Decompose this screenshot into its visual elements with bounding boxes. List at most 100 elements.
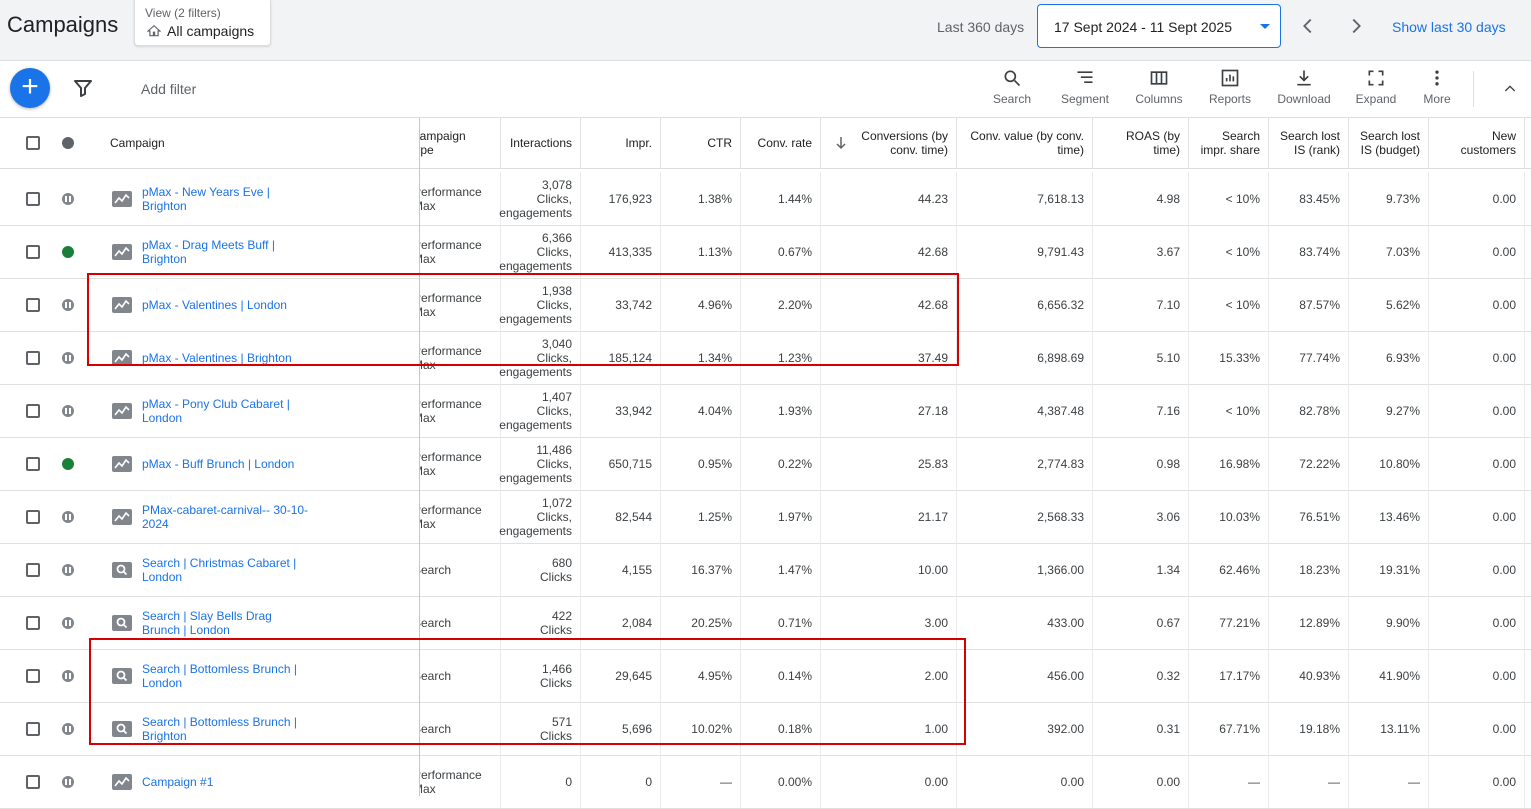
row-checkbox[interactable] [26, 192, 40, 206]
pmax-campaign-icon [112, 244, 132, 260]
cell-conv-rate: 1.97% [741, 490, 821, 543]
cell-conversions-value: 27.18 [917, 403, 948, 418]
cell-conv-value: 6,656.32 [957, 278, 1093, 331]
date-range-picker[interactable]: 17 Sept 2024 - 11 Sept 2025 [1037, 4, 1281, 48]
cell-impr-value: 413,335 [608, 244, 652, 259]
col-new-customers[interactable]: New customers [1429, 118, 1525, 168]
campaign-name-link[interactable]: Search | Slay Bells Drag Brunch | London [142, 609, 332, 637]
chevron-right-icon[interactable] [1345, 15, 1367, 37]
cell-interactions: 1,407 Clicks, engagements [499, 384, 581, 437]
col-conv-value[interactable]: Conv. value (by conv. time) [957, 118, 1093, 168]
cell-roas: 5.10 [1093, 331, 1189, 384]
status-paused-icon[interactable] [62, 723, 74, 735]
cell-campaign-type: Performance Max [420, 755, 501, 808]
cell-search-lost-budget: 13.11% [1349, 702, 1429, 755]
row-checkbox[interactable] [26, 669, 40, 683]
campaign-name-link[interactable]: pMax - Drag Meets Buff | Brighton [142, 238, 332, 266]
cell-conversions-value: 44.23 [917, 191, 948, 206]
add-filter-button[interactable]: Add filter [141, 81, 196, 97]
cell-campaign-type-value: Search [420, 615, 452, 630]
cell-conv-rate: 0.67% [741, 225, 821, 278]
cell-interactions: 1,466 Clicks [501, 649, 581, 702]
status-enabled-icon[interactable] [62, 458, 74, 470]
campaign-name-link[interactable]: Campaign #1 [142, 775, 332, 789]
row-checkbox[interactable] [26, 298, 40, 312]
row-checkbox[interactable] [26, 457, 40, 471]
cell-conversions-value: 37.49 [917, 350, 948, 365]
campaign-name-link[interactable]: Search | Bottomless Brunch | London [142, 662, 332, 690]
campaign-name-link[interactable]: pMax - Pony Club Cabaret | London [142, 397, 332, 425]
status-paused-icon[interactable] [62, 564, 74, 576]
cell-ctr: 1.25% [661, 490, 741, 543]
col-campaign-type[interactable]: Campaign type [420, 118, 501, 168]
campaign-name-link[interactable]: pMax - Buff Brunch | London [142, 457, 332, 471]
cell-conv-rate-value: 1.93% [777, 403, 812, 418]
status-paused-icon[interactable] [62, 776, 74, 788]
row-checkbox[interactable] [26, 722, 40, 736]
toolbar-columns-button[interactable]: Columns [1130, 68, 1188, 112]
row-checkbox[interactable] [26, 775, 40, 789]
col-search-lost-budget[interactable]: Search lost IS (budget) [1349, 118, 1429, 168]
filter-icon[interactable] [73, 79, 93, 97]
toolbar-download-label: Download [1277, 92, 1331, 106]
col-conv-rate[interactable]: Conv. rate [741, 118, 821, 168]
toolbar-segment-label: Segment [1060, 92, 1110, 106]
pmax-campaign-icon [112, 456, 132, 472]
status-paused-icon[interactable] [62, 193, 74, 205]
campaign-name-link[interactable]: pMax - Valentines | London [142, 298, 332, 312]
cell-ctr-value: 1.34% [697, 350, 732, 365]
campaign-name-link[interactable]: pMax - New Years Eve | Brighton [142, 185, 332, 213]
col-campaign[interactable]: Campaign [106, 118, 419, 168]
cell-ctr: 0.95% [661, 437, 741, 490]
view-selector[interactable]: View (2 filters) All campaigns [134, 0, 271, 46]
campaign-name-link[interactable]: Search | Bottomless Brunch | Brighton [142, 715, 332, 743]
status-enabled-icon[interactable] [62, 246, 74, 258]
select-all-checkbox[interactable] [26, 136, 40, 150]
cell-campaign-type-value: Performance Max [420, 343, 482, 372]
show-last-30-days-link[interactable]: Show last 30 days [1392, 19, 1506, 35]
cell-search-impr-share: 10.03% [1189, 490, 1269, 543]
col-interactions[interactable]: Interactions [501, 118, 581, 168]
campaign-name-link[interactable]: Search | Christmas Cabaret | London [142, 556, 332, 584]
toolbar-download-button[interactable]: Download [1272, 68, 1336, 112]
row-checkbox[interactable] [26, 563, 40, 577]
cell-campaign-type: Search [420, 702, 501, 755]
status-paused-icon[interactable] [62, 405, 74, 417]
col-campaign-type-label: Campaign type [420, 129, 466, 157]
toolbar-search-button[interactable]: Search [988, 68, 1036, 112]
row-checkbox[interactable] [26, 510, 40, 524]
status-paused-icon[interactable] [62, 511, 74, 523]
cell-search-impr-share-value: < 10% [1225, 403, 1260, 418]
cell-impr: 29,645 [581, 649, 661, 702]
campaign-name-link[interactable]: pMax - Valentines | Brighton [142, 351, 332, 365]
row-checkbox[interactable] [26, 245, 40, 259]
chevron-up-icon[interactable] [1502, 81, 1518, 97]
col-impr[interactable]: Impr. [581, 118, 661, 168]
campaign-name-link[interactable]: PMax-cabaret-carnival-- 30-10- 2024 [142, 503, 332, 531]
status-paused-icon[interactable] [62, 352, 74, 364]
row-checkbox[interactable] [26, 404, 40, 418]
col-conversions[interactable]: Conversions (by conv. time) [821, 118, 957, 168]
cell-interactions: 0 [501, 755, 581, 808]
chevron-left-icon[interactable] [1297, 15, 1319, 37]
col-search-lost-rank[interactable]: Search lost IS (rank) [1269, 118, 1349, 168]
row-checkbox[interactable] [26, 351, 40, 365]
toolbar-reports-button[interactable]: Reports [1202, 68, 1258, 112]
create-button[interactable]: + [10, 68, 50, 108]
col-search-impr-share[interactable]: Search impr. share [1189, 118, 1269, 168]
toolbar-more-button[interactable]: More [1418, 68, 1456, 112]
toolbar-segment-button[interactable]: Segment [1056, 68, 1114, 112]
col-ctr[interactable]: CTR [661, 118, 741, 168]
status-paused-icon[interactable] [62, 617, 74, 629]
row-checkbox[interactable] [26, 616, 40, 630]
cell-new-customers-value: 0.00 [1492, 774, 1516, 789]
cell-impr-value: 176,923 [608, 191, 652, 206]
cell-campaign-type: Performance Max [420, 172, 501, 225]
cell-impr: 2,084 [581, 596, 661, 649]
status-paused-icon[interactable] [62, 670, 74, 682]
status-header-icon[interactable] [62, 137, 74, 149]
table-row: pMax - Pony Club Cabaret | London Perform… [0, 384, 1531, 438]
col-roas[interactable]: ROAS (by time) [1093, 118, 1189, 168]
toolbar-expand-button[interactable]: Expand [1352, 68, 1400, 112]
status-paused-icon[interactable] [62, 299, 74, 311]
